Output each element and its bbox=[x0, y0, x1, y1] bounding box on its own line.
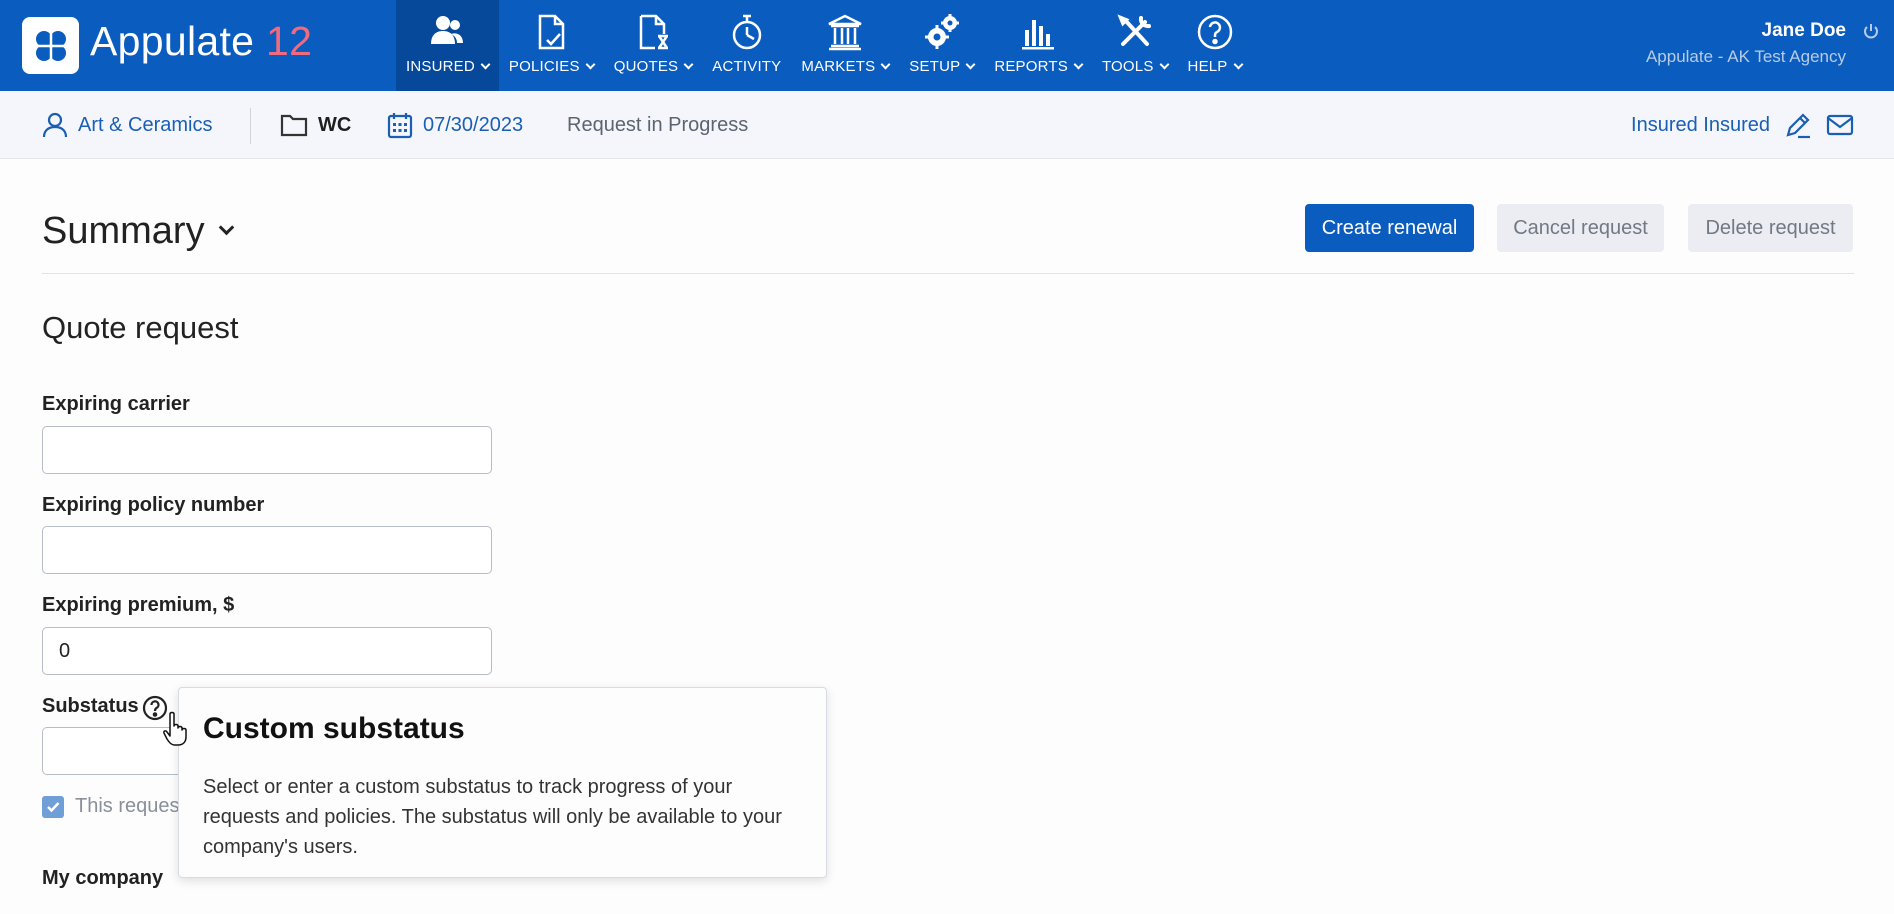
nav-tools[interactable]: TOOLS bbox=[1092, 0, 1178, 91]
user-name: Jane Doe bbox=[1761, 20, 1846, 41]
cancel-request-button[interactable]: Cancel request bbox=[1497, 204, 1664, 252]
chevron-down-icon bbox=[1159, 59, 1169, 70]
user-menu[interactable]: Jane Doe Appulate - AK Test Agency bbox=[1646, 20, 1846, 67]
divider bbox=[250, 108, 251, 144]
user-agency: Appulate - AK Test Agency bbox=[1645, 47, 1846, 66]
tooltip-body: Select or enter a custom substatus to tr… bbox=[203, 776, 782, 858]
contact-link[interactable]: Insured Insured bbox=[1631, 114, 1770, 137]
tools-icon bbox=[1117, 14, 1151, 46]
chevron-down-icon bbox=[585, 59, 596, 70]
create-renewal-button[interactable]: Create renewal bbox=[1305, 204, 1474, 252]
user-icon bbox=[42, 112, 68, 138]
status-label: Request in Progress bbox=[567, 113, 749, 136]
my-company-label: My company bbox=[42, 867, 164, 889]
checkbox-label: This reques bbox=[75, 795, 180, 817]
setup-icon bbox=[924, 14, 959, 49]
chevron-down-icon bbox=[1233, 59, 1243, 70]
page-title-text: Summary bbox=[42, 210, 205, 252]
reports-icon bbox=[1022, 20, 1055, 50]
contact-actions: Insured Insured bbox=[1631, 91, 1854, 159]
request-status: Request in Progress bbox=[567, 91, 748, 159]
nav-tools-label: TOOLS bbox=[1101, 58, 1154, 75]
nav-insured-label: INSURED bbox=[406, 58, 475, 75]
nav-quotes-label: QUOTES bbox=[613, 58, 679, 75]
mail-icon[interactable] bbox=[1826, 113, 1854, 137]
nav-reports-label: REPORTS bbox=[994, 58, 1068, 75]
nav-activity[interactable]: ACTIVITY bbox=[702, 0, 791, 91]
brand-text: Appulate bbox=[90, 18, 255, 64]
hand-cursor-icon bbox=[163, 711, 187, 746]
nav-setup[interactable]: SETUP bbox=[899, 0, 984, 91]
divider bbox=[42, 273, 1854, 274]
expiring-premium-input[interactable] bbox=[42, 627, 492, 675]
insured-icon bbox=[431, 16, 464, 44]
context-bar: Art & Ceramics WC 07/30/2023 Request in … bbox=[0, 91, 1894, 159]
activity-icon bbox=[732, 14, 762, 50]
nav-markets-label: MARKETS bbox=[801, 58, 876, 75]
nav-reports[interactable]: REPORTS bbox=[984, 0, 1092, 91]
nav-markets[interactable]: MARKETS bbox=[791, 0, 899, 91]
section-title: Quote request bbox=[42, 310, 239, 345]
chevron-down-icon bbox=[218, 219, 234, 236]
expiring-policy-number-input[interactable] bbox=[42, 526, 492, 574]
date-label: 07/30/2023 bbox=[423, 113, 524, 136]
chevron-down-icon bbox=[1073, 59, 1084, 70]
expiring-policy-number-label: Expiring policy number bbox=[42, 494, 265, 516]
folder-icon bbox=[280, 114, 308, 137]
expiring-carrier-label: Expiring carrier bbox=[42, 393, 190, 415]
quotes-icon bbox=[639, 14, 669, 50]
insured-link[interactable]: Art & Ceramics bbox=[42, 91, 212, 159]
help-icon bbox=[1197, 14, 1232, 50]
page-title[interactable]: Summary bbox=[42, 210, 234, 253]
chevron-down-icon bbox=[683, 59, 694, 70]
line-of-business: WC bbox=[280, 91, 351, 159]
nav-insured[interactable]: INSURED bbox=[396, 0, 499, 91]
top-navigation-bar: Appulate 12 INSURED POLICIES QUOTES ACTI… bbox=[0, 0, 1894, 91]
calendar-icon bbox=[387, 113, 413, 139]
chevron-down-icon bbox=[480, 59, 491, 70]
expiring-premium-label: Expiring premium, $ bbox=[42, 594, 235, 616]
chevron-down-icon bbox=[880, 59, 891, 70]
markets-icon bbox=[828, 14, 862, 51]
nav-activity-label: ACTIVITY bbox=[712, 58, 782, 75]
nav-policies[interactable]: POLICIES bbox=[499, 0, 604, 91]
edit-pencil-icon[interactable] bbox=[1784, 111, 1812, 139]
brand-name[interactable]: Appulate 12 bbox=[90, 18, 312, 65]
request-checkbox[interactable] bbox=[42, 796, 64, 818]
substatus-tooltip: Custom substatus Select or enter a custo… bbox=[178, 687, 827, 878]
nav-quotes[interactable]: QUOTES bbox=[604, 0, 703, 91]
appulate-logo-icon[interactable] bbox=[22, 17, 79, 74]
insured-name: Art & Ceramics bbox=[78, 113, 213, 136]
check-icon bbox=[47, 802, 60, 813]
delete-request-button[interactable]: Delete request bbox=[1688, 204, 1853, 252]
lob-label: WC bbox=[318, 113, 352, 136]
power-icon[interactable] bbox=[1862, 22, 1880, 40]
policies-icon bbox=[539, 14, 565, 50]
effective-date[interactable]: 07/30/2023 bbox=[387, 91, 523, 159]
chevron-down-icon bbox=[965, 59, 976, 70]
main-nav: INSURED POLICIES QUOTES ACTIVITY MARKETS… bbox=[396, 0, 1252, 91]
substatus-label: Substatus bbox=[42, 695, 139, 717]
tooltip-title: Custom substatus bbox=[203, 712, 465, 745]
expiring-carrier-input[interactable] bbox=[42, 426, 492, 474]
nav-help-label: HELP bbox=[1187, 58, 1228, 75]
nav-setup-label: SETUP bbox=[909, 58, 961, 75]
nav-help[interactable]: HELP bbox=[1178, 0, 1252, 91]
nav-policies-label: POLICIES bbox=[508, 58, 580, 75]
brand-version: 12 bbox=[265, 18, 313, 64]
